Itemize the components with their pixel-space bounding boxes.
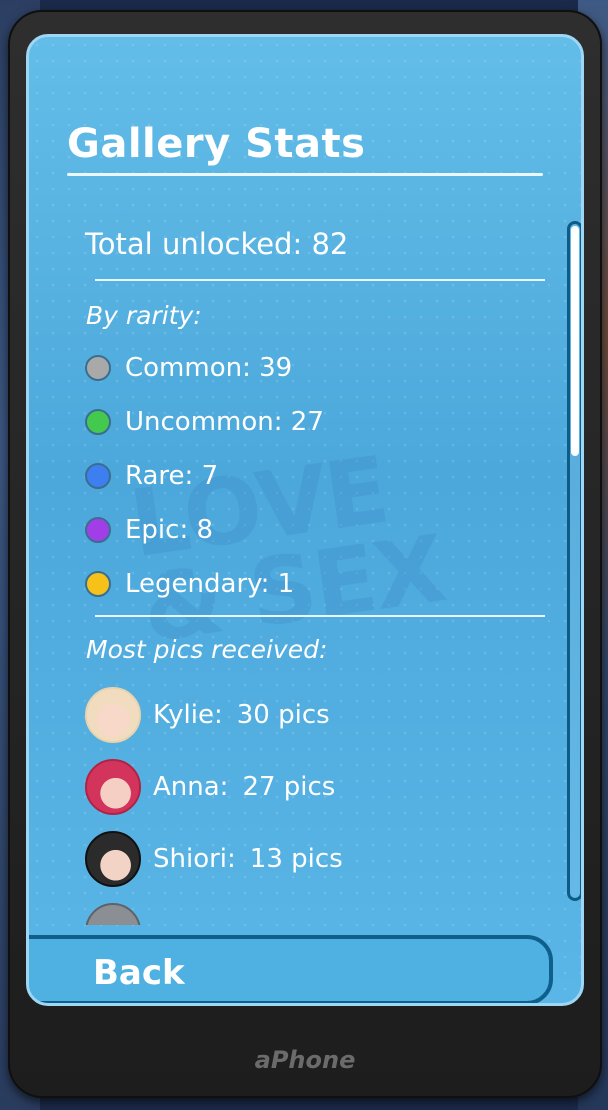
pic-name: Shiori:: [153, 844, 236, 874]
back-button[interactable]: Back: [29, 935, 553, 1003]
legendary-dot-icon: [85, 571, 111, 597]
divider: [95, 279, 545, 281]
stats-scroll-area[interactable]: Total unlocked: 82 By rarity: Common: 39…: [55, 203, 545, 925]
pic-row-partial: [85, 903, 153, 925]
scrollbar[interactable]: [567, 221, 581, 901]
common-dot-icon: [85, 355, 111, 381]
title-underline: [67, 173, 543, 176]
pic-row-shiori: Shiori: 13 pics: [85, 831, 343, 887]
rarity-row-rare: Rare: 7: [85, 461, 218, 491]
partial-avatar-icon: [85, 903, 141, 925]
pic-count: 30 pics: [236, 700, 330, 730]
rare-dot-icon: [85, 463, 111, 489]
rarity-row-epic: Epic: 8: [85, 515, 213, 545]
rarity-row-common: Common: 39: [85, 353, 292, 383]
uncommon-dot-icon: [85, 409, 111, 435]
rarity-label: Uncommon: 27: [125, 407, 324, 437]
brand-label: aPhone: [254, 1046, 356, 1074]
most-pics-heading: Most pics received:: [86, 635, 328, 664]
rarity-label: Epic: 8: [125, 515, 214, 545]
pic-count: 27 pics: [242, 772, 336, 802]
pic-name: Anna:: [153, 772, 229, 802]
rarity-label: Rare: 7: [125, 461, 219, 491]
phone-device: LOVE & SEX Gallery Stats Total unlocked:…: [8, 10, 602, 1098]
scrollbar-thumb[interactable]: [571, 226, 579, 456]
rarity-label: Common: 39: [125, 353, 293, 383]
anna-avatar-icon: [85, 759, 141, 815]
pic-row-kylie: Kylie: 30 pics: [85, 687, 330, 743]
back-button-label: Back: [93, 953, 185, 993]
total-unlocked-text: Total unlocked: 82: [85, 227, 349, 261]
shiori-avatar-icon: [85, 831, 141, 887]
page-title: Gallery Stats: [67, 121, 366, 167]
rarity-heading: By rarity:: [86, 301, 202, 330]
pic-name: Kylie:: [153, 700, 223, 730]
kylie-avatar-icon: [85, 687, 141, 743]
divider: [95, 615, 545, 617]
rarity-row-legendary: Legendary: 1: [85, 569, 294, 599]
pic-row-anna: Anna: 27 pics: [85, 759, 335, 815]
rarity-label: Legendary: 1: [125, 569, 295, 599]
epic-dot-icon: [85, 517, 111, 543]
pic-count: 13 pics: [249, 844, 343, 874]
rarity-row-uncommon: Uncommon: 27: [85, 407, 324, 437]
phone-screen: LOVE & SEX Gallery Stats Total unlocked:…: [26, 34, 584, 1006]
